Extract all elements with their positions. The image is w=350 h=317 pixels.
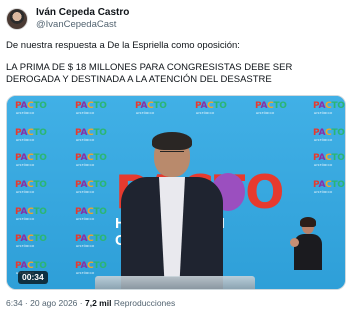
backdrop-brand-logo: PACTOHISTÓRICO: [75, 207, 107, 221]
author-display-name[interactable]: Iván Cepeda Castro: [36, 7, 129, 19]
backdrop-logo-sub: HISTÓRICO: [16, 111, 35, 115]
backdrop-brand-logo: PACTOHISTÓRICO: [15, 128, 47, 142]
backdrop-brand-logo: PACTOHISTÓRICO: [313, 128, 345, 142]
backdrop-logo-sub: HISTÓRICO: [16, 244, 35, 248]
backdrop-brand-logo: PACTOHISTÓRICO: [15, 153, 47, 167]
sign-language-interpreter: [290, 216, 326, 270]
backdrop-logo-word: PACTO: [195, 101, 227, 111]
backdrop-logo-sub: HISTÓRICO: [76, 190, 95, 194]
backdrop-brand-logo: PACTOHISTÓRICO: [255, 101, 287, 115]
backdrop-logo-sub: HISTÓRICO: [16, 138, 35, 142]
tweet-text-line2: LA PRIMA DE $ 18 MILLONES PARA CONGRESIS…: [6, 62, 293, 85]
backdrop-logo-word: PACTO: [15, 101, 47, 111]
tweet-card[interactable]: Iván Cepeda Castro @IvanCepedaCast De nu…: [0, 0, 350, 317]
speaker-hair: [152, 132, 192, 150]
video-duration-badge: 00:34: [18, 271, 48, 284]
backdrop-logo-word: PACTO: [75, 261, 107, 271]
backdrop-logo-sub: HISTÓRICO: [196, 111, 215, 115]
interpreter-hand: [290, 238, 299, 247]
backdrop-logo-sub: HISTÓRICO: [16, 163, 35, 167]
backdrop-brand-logo: PACTOHISTÓRICO: [15, 234, 47, 248]
backdrop-logo-word: PACTO: [75, 180, 107, 190]
tweet-meta: 6:34 · 20 ago 2026 · 7,2 mil Reproduccio…: [6, 298, 175, 308]
backdrop-logo-word: PACTO: [313, 128, 345, 138]
backdrop-brand-logo: PACTOHISTÓRICO: [313, 153, 345, 167]
backdrop-brand-logo: PACTOHISTÓRICO: [75, 153, 107, 167]
backdrop-logo-word: PACTO: [75, 101, 107, 111]
author-handle[interactable]: @IvanCepedaCast: [36, 19, 129, 31]
backdrop-logo-sub: HISTÓRICO: [314, 190, 333, 194]
author-names: Iván Cepeda Castro @IvanCepedaCast: [36, 7, 129, 31]
backdrop-logo-sub: HISTÓRICO: [16, 217, 35, 221]
backdrop-logo-word: PACTO: [75, 207, 107, 217]
speaker-glasses: [160, 151, 184, 156]
backdrop-brand-logo: PACTOHISTÓRICO: [15, 180, 47, 194]
video-player[interactable]: PACTO HISTÓRICO PACTO HISTÓRICO PACTO HISTÓRI…: [6, 95, 346, 290]
tweet-date[interactable]: 20 ago 2026: [30, 298, 77, 308]
backdrop-logo-sub: HISTÓRICO: [314, 163, 333, 167]
tweet-time[interactable]: 6:34: [6, 298, 23, 308]
backdrop-logo-sub: HISTÓRICO: [314, 138, 333, 142]
backdrop-logo-sub: HISTÓRICO: [76, 138, 95, 142]
backdrop-logo-sub: HISTÓRICO: [76, 111, 95, 115]
backdrop-logo-sub: HISTÓRICO: [16, 190, 35, 194]
tweet-text-line1: De nuestra respuesta a De la Espriella c…: [6, 40, 240, 51]
backdrop-logo-word: PACTO: [15, 180, 47, 190]
backdrop-logo-word: PACTO: [313, 101, 345, 111]
backdrop-logo-word: PACTO: [15, 153, 47, 163]
backdrop-logo-sub: HISTÓRICO: [314, 111, 333, 115]
author-avatar[interactable]: [6, 8, 28, 30]
backdrop-brand-logo: PACTOHISTÓRICO: [75, 101, 107, 115]
backdrop-logo-word: PACTO: [15, 128, 47, 138]
backdrop-logo-word: PACTO: [313, 180, 345, 190]
backdrop-brand-logo: PACTOHISTÓRICO: [135, 101, 167, 115]
views-label: Reproducciones: [113, 298, 176, 308]
tweet-header: Iván Cepeda Castro @IvanCepedaCast: [6, 6, 129, 32]
backdrop-logo-word: PACTO: [135, 101, 167, 111]
backdrop-logo-word: PACTO: [255, 101, 287, 111]
backdrop-brand-logo: PACTOHISTÓRICO: [75, 261, 107, 275]
backdrop-brand-logo: PACTOHISTÓRICO: [75, 180, 107, 194]
interpreter-hair: [300, 217, 316, 227]
backdrop-logo-word: PACTO: [75, 128, 107, 138]
backdrop-logo-sub: HISTÓRICO: [256, 111, 275, 115]
backdrop-brand-logo: PACTOHISTÓRICO: [15, 101, 47, 115]
backdrop-brand-logo: PACTOHISTÓRICO: [195, 101, 227, 115]
podium: [95, 276, 255, 289]
backdrop-logo-word: PACTO: [313, 153, 345, 163]
backdrop-logo-sub: HISTÓRICO: [76, 244, 95, 248]
backdrop-logo-sub: HISTÓRICO: [136, 111, 155, 115]
backdrop-brand-logo: PACTOHISTÓRICO: [313, 180, 345, 194]
backdrop-logo-word: PACTO: [15, 207, 47, 217]
backdrop-logo-sub: HISTÓRICO: [76, 163, 95, 167]
backdrop-logo-sub: HISTÓRICO: [76, 271, 95, 275]
backdrop-brand-logo: PACTOHISTÓRICO: [75, 128, 107, 142]
backdrop-logo-word: PACTO: [15, 234, 47, 244]
backdrop-brand-logo: PACTOHISTÓRICO: [75, 234, 107, 248]
backdrop-brand-logo: PACTOHISTÓRICO: [313, 101, 345, 115]
speaker-figure: [121, 131, 223, 289]
backdrop-logo-word: PACTO: [75, 234, 107, 244]
backdrop-logo-sub: HISTÓRICO: [76, 217, 95, 221]
backdrop-logo-word: PACTO: [75, 153, 107, 163]
views-count: 7,2 mil: [84, 298, 112, 308]
backdrop-brand-logo: PACTOHISTÓRICO: [15, 207, 47, 221]
backdrop-logo-word: PACTO: [15, 261, 47, 271]
